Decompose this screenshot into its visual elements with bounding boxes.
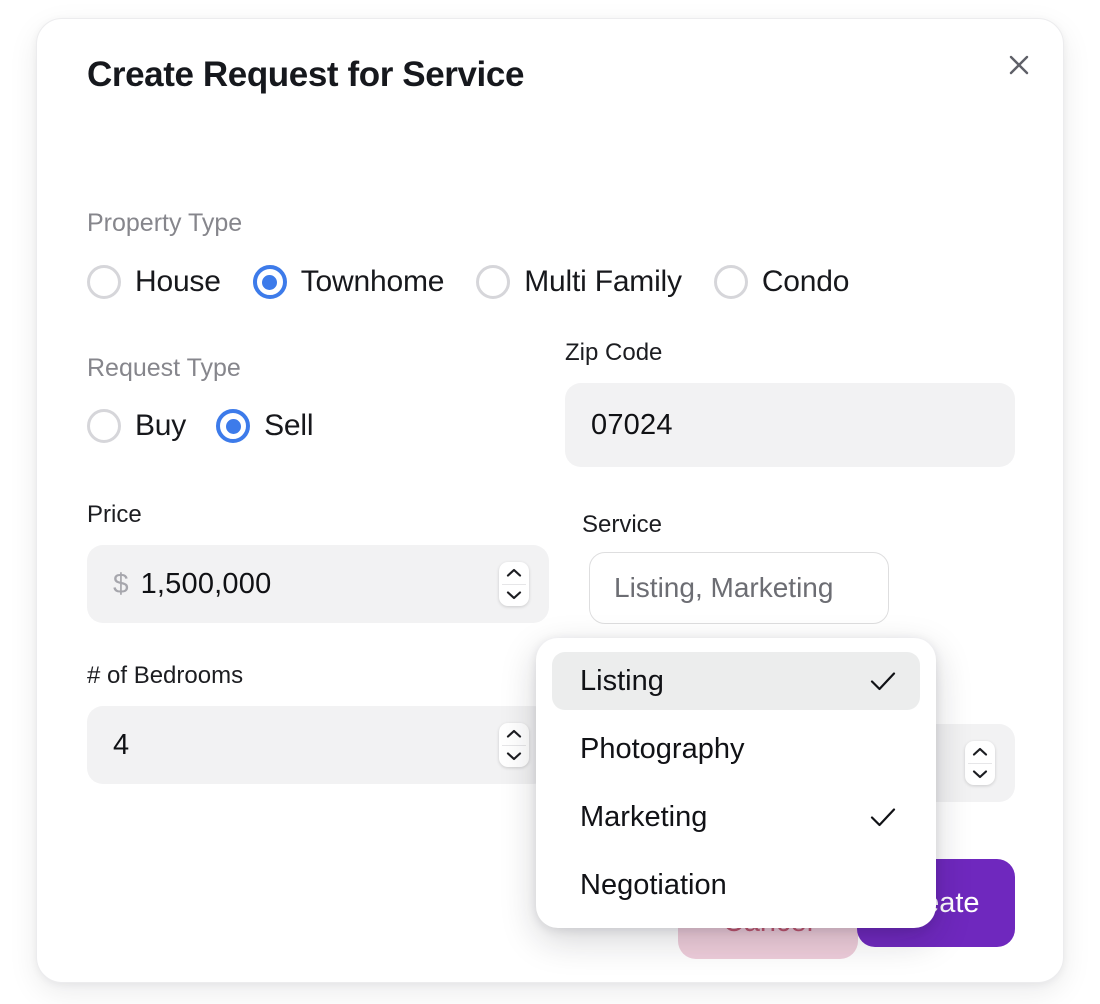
chevron-down-icon[interactable]: [506, 745, 522, 767]
price-input[interactable]: $ 1,500,000: [87, 545, 549, 623]
radio-circle-icon: [476, 265, 511, 299]
radio-label: Multi Family: [524, 265, 682, 298]
chevron-up-icon[interactable]: [972, 741, 988, 763]
screen: Create Request for Service Property Type…: [0, 0, 1100, 1004]
radio-circle-icon: [87, 265, 121, 299]
bedrooms-input[interactable]: 4: [87, 706, 549, 784]
radio-label: Townhome: [300, 265, 445, 298]
radio-property-multi-family[interactable]: Multi Family: [476, 265, 682, 299]
dropdown-option-negotiation[interactable]: Negotiation: [552, 856, 920, 914]
property-type-label: Property Type: [87, 209, 243, 237]
radio-property-house[interactable]: House: [87, 265, 221, 299]
dropdown-option-label: Listing: [580, 664, 664, 697]
dropdown-option-label: Photography: [580, 732, 745, 765]
service-field: Service: [582, 511, 662, 549]
dropdown-option-label: Marketing: [580, 800, 708, 833]
secondary-number-stepper[interactable]: [965, 741, 995, 785]
bedrooms-field: # of Bedrooms 4: [87, 662, 549, 784]
zip-code-field: Zip Code 07024: [565, 339, 1015, 467]
price-label: Price: [87, 501, 142, 528]
zip-code-input[interactable]: 07024: [565, 383, 1015, 467]
price-value: 1,500,000: [140, 567, 272, 600]
radio-property-townhome[interactable]: Townhome: [252, 265, 445, 299]
service-dropdown-menu: Listing Photography Marketing Negotiatio…: [536, 638, 936, 928]
radio-circle-icon: [713, 265, 748, 299]
radio-label: Sell: [264, 409, 314, 442]
zip-code-value: 07024: [591, 408, 673, 441]
price-field: Price $ 1,500,000: [87, 501, 549, 623]
zip-code-label: Zip Code: [565, 339, 663, 366]
dropdown-option-label: Negotiation: [580, 868, 727, 901]
chevron-up-icon[interactable]: [506, 562, 522, 584]
dropdown-option-listing[interactable]: Listing: [552, 652, 920, 710]
request-type-label: Request Type: [87, 354, 241, 382]
service-select-value: Listing, Marketing: [614, 572, 834, 603]
radio-property-condo[interactable]: Condo: [713, 265, 850, 299]
check-icon: [870, 668, 896, 694]
service-label: Service: [582, 511, 663, 538]
price-stepper[interactable]: [499, 562, 529, 606]
dropdown-option-photography[interactable]: Photography: [552, 720, 920, 778]
bedrooms-stepper[interactable]: [499, 723, 529, 767]
radio-circle-icon: [87, 409, 121, 443]
chevron-down-icon[interactable]: [972, 763, 988, 785]
dropdown-option-marketing[interactable]: Marketing: [552, 788, 920, 846]
radio-label: House: [135, 265, 221, 298]
radio-circle-icon: [252, 265, 287, 299]
bedrooms-value: 4: [113, 728, 130, 761]
request-type-radio-group: Buy Sell: [87, 409, 314, 443]
bedrooms-label: # of Bedrooms: [87, 662, 244, 689]
service-select[interactable]: Listing, Marketing: [589, 552, 889, 624]
currency-symbol: $: [113, 568, 129, 599]
chevron-up-icon[interactable]: [506, 723, 522, 745]
radio-request-sell[interactable]: Sell: [216, 409, 314, 443]
close-button[interactable]: [997, 43, 1041, 87]
radio-label: Condo: [761, 265, 850, 298]
radio-request-buy[interactable]: Buy: [87, 409, 186, 443]
close-icon: [1006, 52, 1032, 78]
radio-label: Buy: [135, 409, 187, 442]
property-type-radio-group: House Townhome Multi Family Condo: [87, 265, 849, 299]
page-title: Create Request for Service: [87, 55, 525, 94]
radio-circle-icon: [216, 409, 251, 443]
check-icon: [870, 804, 896, 830]
chevron-down-icon[interactable]: [506, 584, 522, 606]
